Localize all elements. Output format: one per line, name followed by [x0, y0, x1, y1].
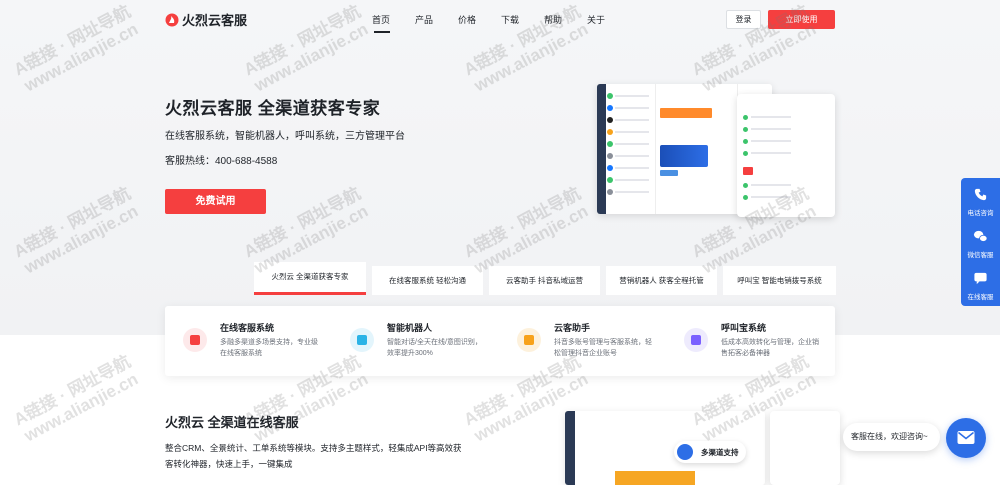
feature-desc: 多融多渠道多场景支持，专业级在线客服系统	[220, 339, 318, 357]
side-phone-consult[interactable]: 电话咨询	[961, 180, 1000, 220]
feature-assistant[interactable]: 云客助手 抖音多账号管理与客服系统，轻松管理抖音企业账号	[499, 320, 652, 368]
side-online[interactable]: 在线客服	[961, 264, 1000, 304]
pill-label: 多渠道支持	[701, 448, 739, 457]
mock-banner	[660, 145, 708, 167]
feature-title: 智能机器人	[387, 323, 433, 333]
feature-title: 云客助手	[554, 323, 591, 333]
top-nav: 火烈云客服 首页 产品 价格 下载 帮助 关于 登录 立即使用	[0, 0, 1000, 38]
tab-cloud-assistant[interactable]: 云客助手 抖音私域运营	[489, 266, 600, 295]
tab-marketing-robot[interactable]: 营销机器人 获客全程托管	[606, 266, 717, 295]
use-now-button[interactable]: 立即使用	[768, 10, 835, 29]
hero-title: 火烈云客服 全渠道获客专家	[165, 99, 381, 118]
feature-desc: 智能对话/全天在线/意图识别，效率提升300%	[387, 339, 482, 357]
feature-title: 呼叫宝系统	[721, 323, 767, 333]
chat-launcher-button[interactable]	[946, 418, 986, 458]
tab-all-channel[interactable]: 火烈云 全渠道获客专家	[254, 262, 366, 295]
section-mobile-screenshot	[770, 411, 840, 485]
network-icon	[677, 444, 693, 460]
mock-message	[660, 108, 712, 118]
side-wechat[interactable]: 微信客服	[961, 222, 1000, 262]
nav-links: 首页 产品 价格 下载 帮助 关于	[372, 13, 630, 33]
feature-call[interactable]: 呼叫宝系统 低成本高效转化与管理，企业销售拓客必备神器	[666, 320, 819, 368]
robot-icon	[350, 328, 374, 352]
multichannel-pill: 多渠道支持	[674, 441, 746, 463]
tab-call-system[interactable]: 呼叫宝 智能电销拨号系统	[723, 266, 836, 295]
chat-bubble-icon	[183, 328, 207, 352]
side-label: 在线客服	[967, 294, 994, 301]
nav-link-product[interactable]: 产品	[415, 13, 458, 26]
free-trial-button[interactable]: 免费试用	[165, 189, 266, 214]
login-button[interactable]: 登录	[726, 10, 761, 29]
nav-link-help[interactable]: 帮助	[544, 13, 587, 26]
wechat-icon	[973, 230, 988, 242]
tab-online-service[interactable]: 在线客服系统 轻松沟通	[372, 266, 483, 295]
feature-desc: 低成本高效转化与管理，企业销售拓客必备神器	[721, 339, 819, 357]
chat-welcome-bubble[interactable]: 客服在线，欢迎咨询~	[843, 423, 940, 451]
nav-link-home[interactable]: 首页	[372, 13, 415, 33]
mobile-badge	[743, 167, 753, 175]
nav-link-download[interactable]: 下载	[501, 13, 544, 26]
mock-conversation-list	[607, 90, 649, 198]
phone-icon	[974, 188, 987, 201]
side-contact-bar: 电话咨询 微信客服 在线客服	[961, 178, 1000, 306]
mock-send-button	[660, 170, 678, 176]
mock-chat-panel	[655, 84, 737, 214]
hero-hotline: 客服热线：400-688-4588	[165, 156, 278, 167]
feature-online-service[interactable]: 在线客服系统 多融多渠道多场景支持，专业级在线客服系统	[165, 320, 318, 368]
flame-logo-icon	[165, 13, 179, 26]
feature-robot[interactable]: 智能机器人 智能对话/全天在线/意图识别，效率提升300%	[332, 320, 482, 368]
nav-link-about[interactable]: 关于	[587, 13, 630, 26]
feature-cards: 在线客服系统 多融多渠道多场景支持，专业级在线客服系统 智能机器人 智能对话/全…	[165, 306, 835, 376]
mobile-screenshot	[737, 94, 835, 217]
mock-banner	[615, 471, 695, 485]
section-desc: 整合CRM、全景统计、工单系统等模块。支持多主题样式，轻集成API等高效获客转化…	[165, 443, 462, 469]
phone-icon	[684, 328, 708, 352]
assistant-icon	[517, 328, 541, 352]
hero-subtitle: 在线客服系统，智能机器人，呼叫系统，三方管理平台	[165, 131, 405, 142]
product-tabs: 火烈云 全渠道获客专家 在线客服系统 轻松沟通 云客助手 抖音私域运营 营销机器…	[254, 262, 836, 300]
mock-sidebar	[565, 411, 575, 485]
logo[interactable]: 火烈云客服	[165, 10, 247, 29]
section-title: 火烈云 全渠道在线客服	[165, 415, 299, 430]
side-label: 电话咨询	[967, 210, 994, 217]
side-label: 微信客服	[967, 252, 994, 259]
nav-link-pricing[interactable]: 价格	[458, 13, 501, 26]
mock-sidebar	[597, 84, 606, 214]
brand-name: 火烈云客服	[182, 13, 248, 28]
chat-icon	[974, 272, 987, 285]
mail-icon	[957, 431, 975, 444]
feature-title: 在线客服系统	[220, 323, 275, 333]
feature-desc: 抖音多账号管理与客服系统，轻松管理抖音企业账号	[554, 339, 652, 357]
